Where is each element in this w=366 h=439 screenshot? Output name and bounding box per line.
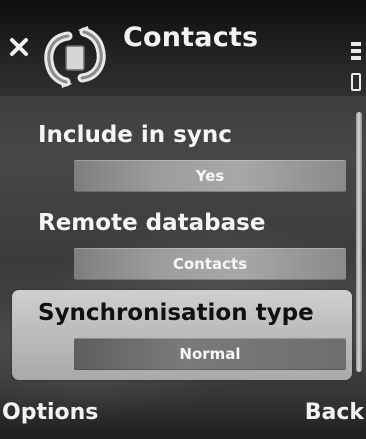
setting-value: Yes — [195, 167, 225, 185]
setting-value-box[interactable]: Normal — [74, 338, 346, 370]
setting-label: Include in sync — [38, 122, 232, 148]
setting-label: Remote database — [38, 210, 266, 236]
scroll-thumb[interactable] — [356, 112, 362, 372]
softkey-bar: Options Back — [0, 394, 366, 439]
options-softkey[interactable]: Options — [2, 400, 98, 425]
back-softkey[interactable]: Back — [305, 400, 364, 425]
scrollbar[interactable] — [356, 112, 362, 372]
setting-value: Normal — [179, 345, 241, 363]
setting-label: Synchronisation type — [38, 300, 314, 326]
setting-value-box[interactable]: Contacts — [74, 248, 346, 280]
setting-remote-database[interactable]: Remote database Contacts — [0, 206, 352, 288]
close-icon[interactable] — [8, 36, 30, 58]
setting-include-in-sync[interactable]: Include in sync Yes — [0, 118, 352, 200]
screen: Contacts Include in sync Yes Remote data… — [0, 0, 366, 439]
setting-synchronisation-type[interactable]: Synchronisation type Normal — [12, 290, 352, 380]
signal-icon — [351, 42, 361, 91]
setting-value: Contacts — [172, 255, 248, 273]
title-bar: Contacts — [0, 0, 366, 96]
sync-icon — [44, 26, 106, 88]
setting-value-box[interactable]: Yes — [74, 160, 346, 192]
page-title: Contacts — [123, 22, 259, 53]
